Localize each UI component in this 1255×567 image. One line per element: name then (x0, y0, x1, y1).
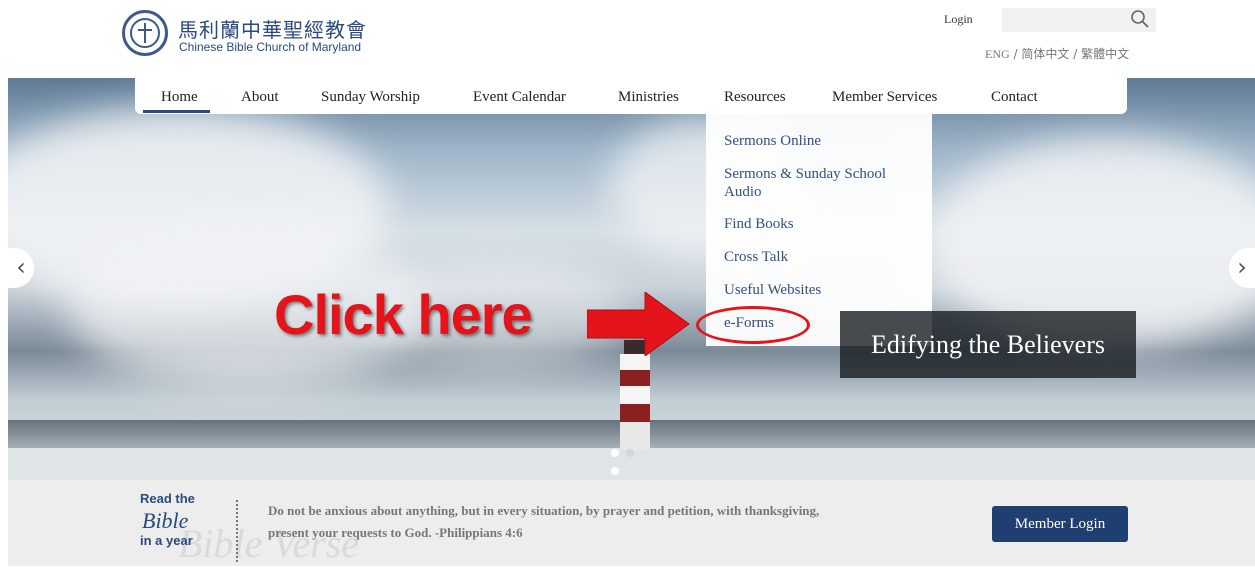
slider-dots (611, 444, 651, 475)
nav-ministries[interactable]: Ministries (618, 89, 679, 106)
nav-home[interactable]: Home (161, 89, 198, 106)
annotation-highlight-circle (696, 306, 810, 344)
menu-item-sermons-online[interactable]: Sermons Online (724, 132, 924, 150)
nav-sunday-worship[interactable]: Sunday Worship (321, 89, 420, 106)
nav-about[interactable]: About (241, 89, 279, 106)
lighthouse-image (620, 340, 650, 450)
hero-slider (8, 78, 1255, 480)
bible-logo-line2: Bible (142, 508, 189, 533)
top-bar: 馬利蘭中華聖經教會 Chinese Bible Church of Maryla… (0, 0, 1255, 78)
annotation-arrow-icon (587, 292, 690, 356)
chevron-right-icon: › (1237, 253, 1247, 281)
menu-item-find-books[interactable]: Find Books (724, 215, 924, 233)
nav-active-indicator (143, 110, 210, 113)
main-nav: Home About Sunday Worship Event Calendar… (135, 77, 1127, 114)
nav-resources[interactable]: Resources (724, 89, 786, 106)
logo-english-name[interactable]: Chinese Bible Church of Maryland (179, 40, 361, 54)
annotation-click-here-text: Click here (274, 283, 533, 346)
slider-dot[interactable] (626, 449, 634, 457)
menu-item-useful-websites[interactable]: Useful Websites (724, 281, 924, 299)
daily-verse-text: Do not be anxious about anything, but in… (268, 503, 820, 540)
slide-caption: Edifying the Believers (840, 311, 1136, 378)
nav-contact[interactable]: Contact (991, 89, 1038, 106)
search-icon[interactable] (1130, 9, 1150, 29)
bible-logo-line1: Read the (140, 491, 195, 506)
lang-traditional-link[interactable]: 繁體中文 (1081, 47, 1129, 61)
lang-simplified-link[interactable]: 简体中文 (1021, 47, 1069, 61)
footer-divider (236, 500, 238, 562)
nav-event-calendar[interactable]: Event Calendar (473, 89, 566, 106)
member-login-button[interactable]: Member Login (992, 506, 1128, 542)
bible-logo-line3: in a year (140, 533, 193, 548)
logo-chinese-name[interactable]: 馬利蘭中華聖經教會 (178, 14, 367, 43)
login-link[interactable]: Login (944, 12, 973, 27)
menu-item-cross-talk[interactable]: Cross Talk (724, 248, 924, 266)
menu-item-sermons-audio[interactable]: Sermons & Sunday School Audio (724, 165, 924, 201)
church-logo-icon[interactable] (122, 10, 168, 56)
read-bible-logo[interactable]: Read the Bible in a year (140, 491, 220, 561)
language-switcher: ENG / 简体中文 / 繁體中文 (985, 47, 1130, 61)
slider-dot[interactable] (611, 467, 619, 475)
chevron-left-icon: ‹ (16, 253, 26, 281)
lang-eng-link[interactable]: ENG (985, 47, 1010, 61)
nav-member-services[interactable]: Member Services (832, 89, 937, 106)
slider-dot[interactable] (611, 449, 619, 457)
